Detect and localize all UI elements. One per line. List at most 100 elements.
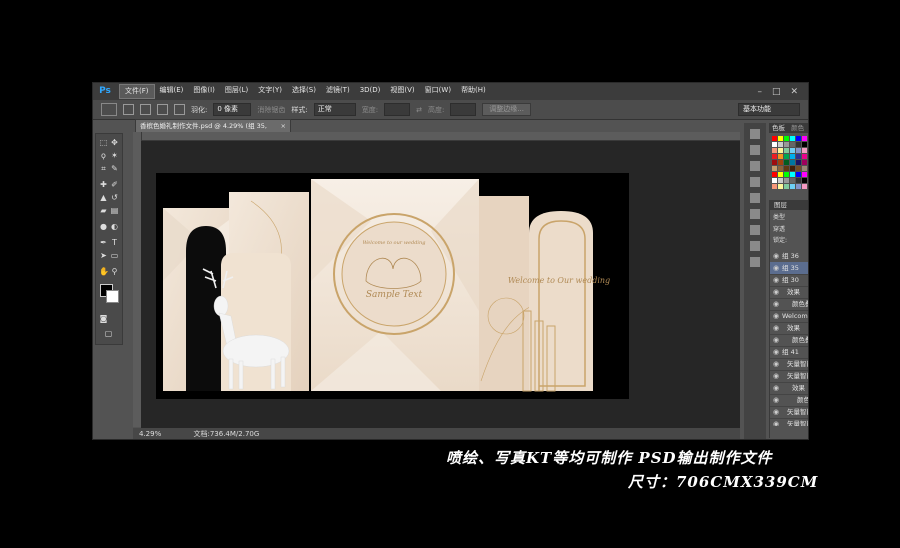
visibility-eye-icon[interactable]: ◉ bbox=[773, 358, 781, 370]
swatch[interactable] bbox=[772, 166, 777, 171]
menu-item[interactable]: 编辑(E) bbox=[155, 84, 189, 97]
magic-wand-icon[interactable]: ✶ bbox=[110, 151, 119, 160]
properties-panel-icon[interactable] bbox=[750, 177, 760, 187]
brush-panel-icon[interactable] bbox=[750, 225, 760, 235]
swatch[interactable] bbox=[772, 148, 777, 153]
swatch[interactable] bbox=[772, 142, 777, 147]
menu-item[interactable]: 3D(D) bbox=[355, 84, 386, 97]
swatch[interactable] bbox=[796, 148, 801, 153]
visibility-eye-icon[interactable]: ◉ bbox=[773, 394, 781, 406]
visibility-eye-icon[interactable]: ◉ bbox=[773, 346, 781, 358]
swatch[interactable] bbox=[778, 172, 783, 177]
adjustments-panel-icon[interactable] bbox=[750, 257, 760, 267]
workspace-select[interactable]: 基本功能 bbox=[738, 103, 800, 116]
document-canvas[interactable]: Welcome to our wedding Sample Text Welco… bbox=[141, 141, 740, 428]
visibility-eye-icon[interactable]: ◉ bbox=[773, 370, 781, 382]
visibility-eye-icon[interactable]: ◉ bbox=[773, 310, 781, 322]
intersect-selection-icon[interactable] bbox=[174, 104, 185, 115]
swatch[interactable] bbox=[784, 154, 789, 159]
eyedropper-icon[interactable]: ✎ bbox=[110, 164, 119, 173]
swatch[interactable] bbox=[772, 178, 777, 183]
swatch[interactable] bbox=[796, 154, 801, 159]
swatch[interactable] bbox=[778, 178, 783, 183]
swatch[interactable] bbox=[772, 136, 777, 141]
swatch[interactable] bbox=[802, 178, 807, 183]
swatch[interactable] bbox=[784, 178, 789, 183]
eraser-icon[interactable]: ▰ bbox=[99, 206, 108, 215]
visibility-eye-icon[interactable]: ◉ bbox=[773, 274, 781, 286]
tab-swatches[interactable]: 色板 bbox=[772, 124, 785, 132]
swatch[interactable] bbox=[796, 160, 801, 165]
layer-filter-kind[interactable]: 类型 bbox=[770, 210, 808, 223]
swatch[interactable] bbox=[784, 160, 789, 165]
paragraph-panel-icon[interactable] bbox=[750, 209, 760, 219]
swatch[interactable] bbox=[796, 172, 801, 177]
close-button[interactable]: ✕ bbox=[790, 87, 798, 97]
move-tool-icon[interactable]: ✥ bbox=[110, 138, 119, 147]
height-input[interactable] bbox=[450, 103, 477, 116]
visibility-eye-icon[interactable]: ◉ bbox=[773, 334, 781, 346]
swatch[interactable] bbox=[778, 148, 783, 153]
menu-item[interactable]: 图层(L) bbox=[220, 84, 253, 97]
swatch[interactable] bbox=[778, 166, 783, 171]
menu-item[interactable]: 选择(S) bbox=[287, 84, 321, 97]
refine-edge-button[interactable]: 调整边缘... bbox=[482, 103, 531, 116]
tab-layers[interactable]: 图层 bbox=[770, 200, 808, 210]
style-select[interactable]: 正常 bbox=[313, 103, 356, 116]
tab-color[interactable]: 颜色 bbox=[791, 124, 804, 132]
swap-icon[interactable]: ⇄ bbox=[416, 106, 422, 114]
swatch[interactable] bbox=[796, 178, 801, 183]
swatch[interactable] bbox=[790, 166, 795, 171]
swatch[interactable] bbox=[790, 136, 795, 141]
blend-mode-select[interactable]: 穿透 bbox=[770, 223, 808, 234]
menu-item[interactable]: 图像(I) bbox=[188, 84, 220, 97]
swatch[interactable] bbox=[790, 178, 795, 183]
visibility-eye-icon[interactable]: ◉ bbox=[773, 418, 781, 426]
history-panel-icon[interactable] bbox=[750, 129, 760, 139]
swatch[interactable] bbox=[784, 166, 789, 171]
healing-brush-icon[interactable]: ✚ bbox=[99, 180, 108, 189]
swatch[interactable] bbox=[790, 142, 795, 147]
swatch[interactable] bbox=[772, 154, 777, 159]
canvas-area[interactable]: Welcome to our wedding Sample Text Welco… bbox=[141, 141, 740, 428]
screen-mode-icon[interactable]: ▢ bbox=[104, 329, 113, 338]
swatch[interactable] bbox=[772, 172, 777, 177]
visibility-eye-icon[interactable]: ◉ bbox=[773, 382, 781, 394]
swatch[interactable] bbox=[796, 142, 801, 147]
gradient-icon[interactable]: ▤ bbox=[110, 206, 119, 215]
zoom-readout[interactable]: 4.29% bbox=[139, 430, 161, 438]
swatch[interactable] bbox=[802, 166, 807, 171]
shape-tool-icon[interactable]: ▭ bbox=[110, 251, 119, 260]
layer-row[interactable]: ◉ 矢量智能对象 4... bbox=[770, 418, 808, 426]
visibility-eye-icon[interactable]: ◉ bbox=[773, 250, 781, 262]
brush-tool-icon[interactable]: ✐ bbox=[110, 180, 119, 189]
subtract-selection-icon[interactable] bbox=[157, 104, 168, 115]
antialias-checkbox[interactable]: 消除锯齿 bbox=[257, 105, 285, 115]
swatch[interactable] bbox=[778, 184, 783, 189]
menu-item[interactable]: 文字(Y) bbox=[253, 84, 287, 97]
swatch[interactable] bbox=[802, 184, 807, 189]
actions-panel-icon[interactable] bbox=[750, 145, 760, 155]
swatch[interactable] bbox=[784, 184, 789, 189]
swatch[interactable] bbox=[784, 142, 789, 147]
pen-tool-icon[interactable]: ✒ bbox=[99, 238, 108, 247]
menu-item[interactable]: 视图(V) bbox=[385, 84, 419, 97]
add-selection-icon[interactable] bbox=[140, 104, 151, 115]
clone-stamp-icon[interactable]: ▲ bbox=[99, 193, 108, 202]
visibility-eye-icon[interactable]: ◉ bbox=[773, 406, 781, 418]
swatch[interactable] bbox=[796, 136, 801, 141]
feather-input[interactable]: 0 像素 bbox=[213, 103, 252, 116]
marquee-tool-icon[interactable]: ⬚ bbox=[99, 138, 108, 147]
swatch[interactable] bbox=[796, 166, 801, 171]
close-tab-icon[interactable]: × bbox=[281, 120, 286, 132]
zoom-tool-icon[interactable]: ⚲ bbox=[110, 267, 119, 276]
menu-item[interactable]: 窗口(W) bbox=[420, 84, 456, 97]
clone-source-icon[interactable] bbox=[750, 241, 760, 251]
swatch[interactable] bbox=[778, 160, 783, 165]
swatch[interactable] bbox=[784, 136, 789, 141]
width-input[interactable] bbox=[384, 103, 411, 116]
swatch[interactable] bbox=[802, 142, 807, 147]
maximize-button[interactable]: □ bbox=[772, 87, 781, 97]
document-tab[interactable]: 香槟色婚礼制作文件.psd @ 4.29% (组 35, CMYK/8) × bbox=[135, 119, 291, 142]
visibility-eye-icon[interactable]: ◉ bbox=[773, 286, 781, 298]
